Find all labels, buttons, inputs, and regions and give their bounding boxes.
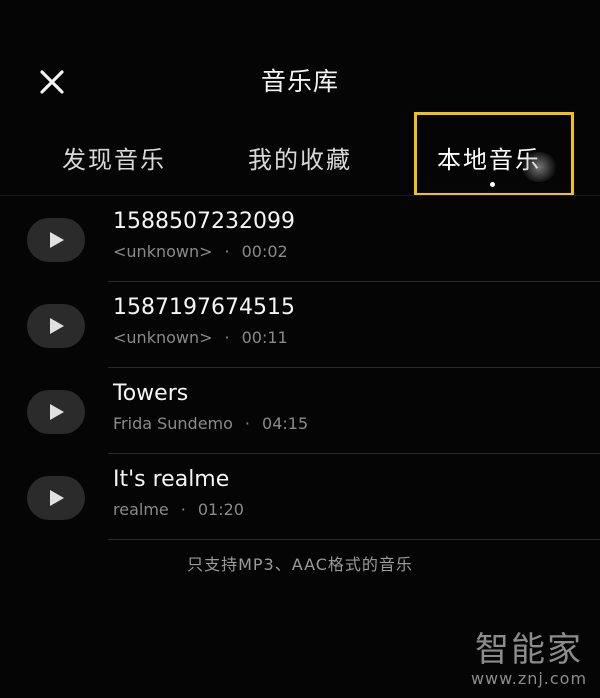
header: 音乐库 xyxy=(0,0,600,120)
watermark-logo: 智能家 xyxy=(475,630,583,670)
tab-my-favorites[interactable]: 我的收藏 xyxy=(248,140,352,175)
song-meta: realme · 01:20 xyxy=(113,500,244,519)
song-duration: 00:02 xyxy=(241,242,288,261)
song-title: 1587197674515 xyxy=(113,295,295,320)
meta-separator: · xyxy=(224,242,230,261)
play-button[interactable] xyxy=(27,218,85,262)
row-divider xyxy=(108,539,600,540)
song-title: It's realme xyxy=(113,467,230,492)
song-duration: 00:11 xyxy=(241,328,288,347)
watermark: 智能家 www.znj.com xyxy=(470,630,588,688)
song-row[interactable]: 1587197674515 <unknown> · 00:11 xyxy=(0,282,600,368)
play-icon xyxy=(50,232,64,248)
song-artist: <unknown> xyxy=(113,242,213,261)
song-meta: Frida Sundemo · 04:15 xyxy=(113,414,308,433)
play-icon xyxy=(50,404,64,420)
play-icon xyxy=(50,490,64,506)
meta-separator: · xyxy=(244,414,251,433)
meta-separator: · xyxy=(224,328,230,347)
song-row[interactable]: Towers Frida Sundemo · 04:15 xyxy=(0,368,600,454)
song-meta: <unknown> · 00:11 xyxy=(113,328,288,347)
supported-format-note: 只支持MP3、AAC格式的音乐 xyxy=(187,555,413,574)
song-title: 1588507232099 xyxy=(113,209,295,234)
song-artist: Frida Sundemo xyxy=(113,414,233,433)
meta-separator: · xyxy=(180,500,186,519)
play-button[interactable] xyxy=(27,476,85,520)
song-meta: <unknown> · 00:02 xyxy=(113,242,288,261)
song-duration: 04:15 xyxy=(262,414,309,433)
watermark-url: www.znj.com xyxy=(470,669,588,688)
play-icon xyxy=(50,318,64,334)
song-duration: 01:20 xyxy=(197,500,244,519)
song-title: Towers xyxy=(113,381,189,406)
song-artist: realme xyxy=(113,500,169,519)
song-row[interactable]: 1588507232099 <unknown> · 00:02 xyxy=(0,196,600,282)
play-button[interactable] xyxy=(27,390,85,434)
song-artist: <unknown> xyxy=(113,328,213,347)
highlight-frame xyxy=(414,112,574,196)
song-row[interactable]: It's realme realme · 01:20 xyxy=(0,454,600,540)
page-title: 音乐库 xyxy=(260,67,339,96)
play-button[interactable] xyxy=(27,304,85,348)
tab-discover-music[interactable]: 发现音乐 xyxy=(62,140,166,175)
